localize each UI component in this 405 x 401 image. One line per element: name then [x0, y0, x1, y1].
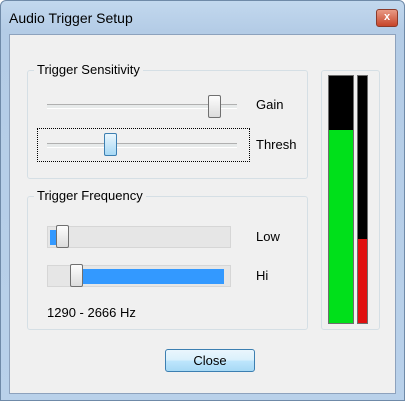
trigger-sensitivity-group: Trigger Sensitivity Gain Thresh — [27, 62, 308, 179]
close-button[interactable]: Close — [165, 349, 255, 372]
dialog-body: Trigger Sensitivity Gain Thresh Trigger … — [9, 34, 396, 394]
level-meter-panel — [321, 70, 380, 330]
close-icon[interactable]: x — [376, 9, 398, 27]
level-meter-fill — [329, 130, 353, 323]
low-slider-thumb[interactable] — [55, 225, 69, 248]
dialog-window: Audio Trigger Setup x Trigger Sensitivit… — [0, 0, 405, 401]
trigger-frequency-group: Trigger Frequency Low Hi 1290 - 2666 Hz — [27, 188, 308, 330]
threshold-meter-fill — [358, 239, 367, 323]
window-title: Audio Trigger Setup — [9, 10, 133, 26]
gain-label: Gain — [256, 97, 284, 112]
trigger-sensitivity-title: Trigger Sensitivity — [34, 62, 143, 77]
hi-label: Hi — [256, 268, 269, 283]
level-meter — [328, 75, 354, 324]
thresh-label: Thresh — [256, 137, 297, 152]
threshold-meter — [357, 75, 368, 324]
low-label: Low — [256, 229, 280, 244]
trigger-frequency-title: Trigger Frequency — [34, 188, 146, 203]
thresh-slider-thumb[interactable] — [103, 133, 117, 156]
thresh-slider-track[interactable] — [47, 143, 237, 148]
hi-slider-fill — [77, 269, 224, 284]
frequency-range-readout: 1290 - 2666 Hz — [47, 305, 136, 320]
gain-slider-thumb[interactable] — [208, 95, 222, 118]
low-slider-track[interactable] — [47, 226, 231, 248]
title-bar[interactable]: Audio Trigger Setup x — [1, 1, 404, 33]
hi-slider-thumb[interactable] — [70, 264, 84, 287]
